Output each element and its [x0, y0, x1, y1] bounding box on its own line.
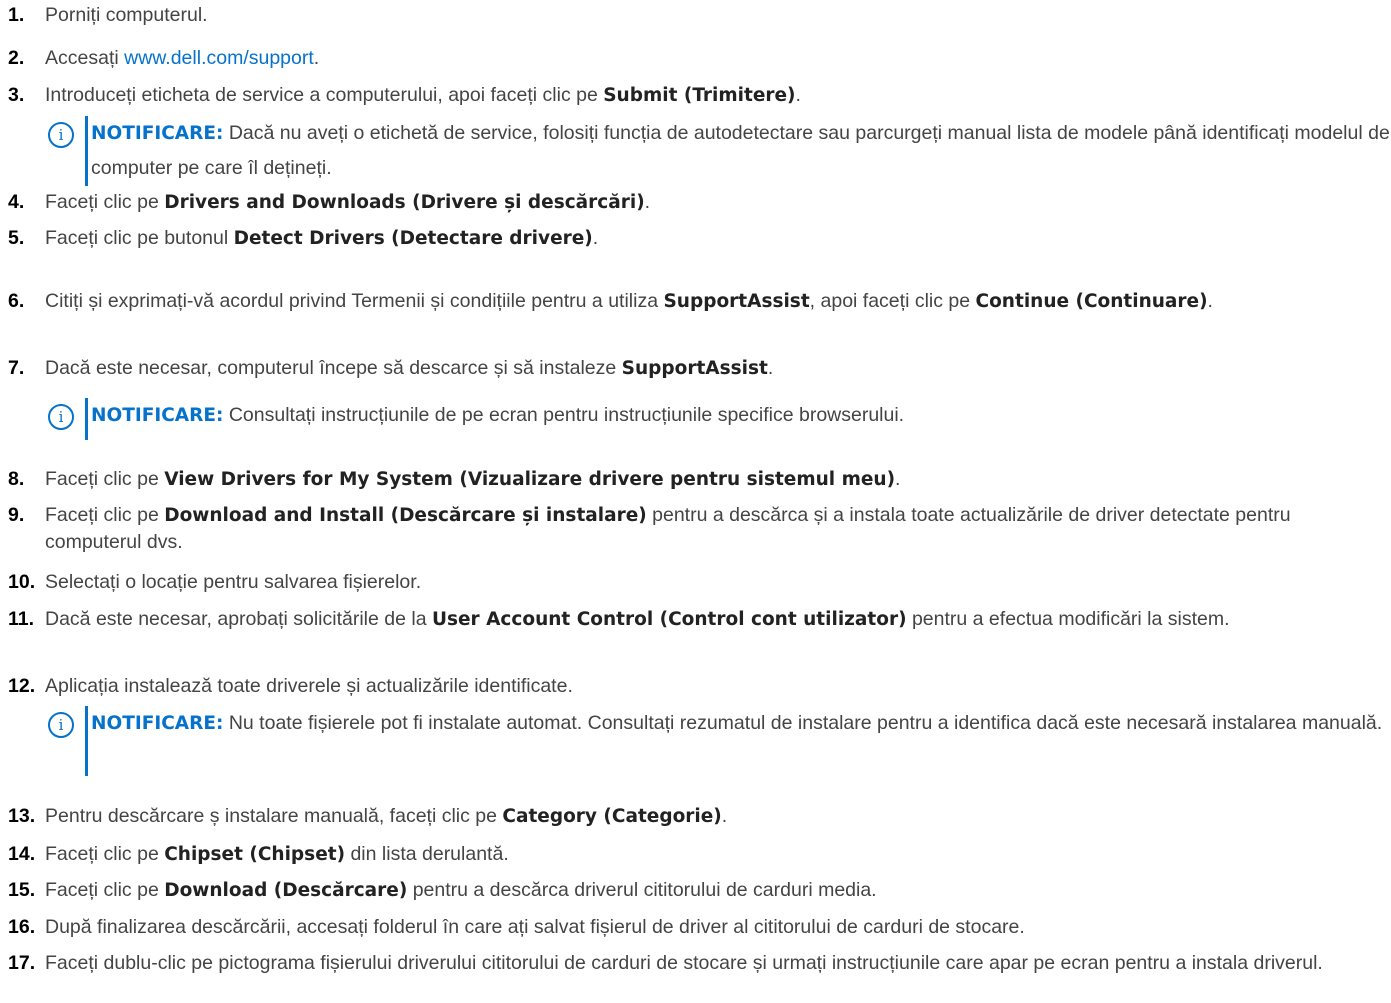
step-number: 13. — [8, 805, 36, 827]
step-8: 8. Faceți clic pe View Drivers for My Sy… — [0, 466, 1391, 493]
note-service-tag: i NOTIFICARE: Dacă nu aveți o etichetă d… — [48, 116, 1391, 186]
note-text: NOTIFICARE: Dacă nu aveți o etichetă de … — [91, 122, 1390, 179]
step-14: 14. Faceți clic pe Chipset (Chipset) din… — [0, 841, 1391, 868]
step-number: 7. — [8, 357, 25, 379]
note-label: NOTIFICARE: — [91, 713, 224, 734]
step-text: După finalizarea descărcării, accesați f… — [45, 916, 1025, 938]
step-16: 16. După finalizarea descărcării, accesa… — [0, 914, 1391, 941]
dell-support-link[interactable]: www.dell.com/support — [124, 47, 314, 69]
step-9: 9. Faceți clic pe Download and Install (… — [0, 502, 1391, 556]
info-icon: i — [48, 712, 74, 738]
step-13: 13. Pentru descărcare ș instalare manual… — [0, 803, 1391, 830]
note-accent-bar — [85, 398, 88, 440]
step-15: 15. Faceți clic pe Download (Descărcare)… — [0, 877, 1391, 904]
note-manual-install: i NOTIFICARE: Nu toate fișierele pot fi … — [48, 706, 1391, 776]
step-text: Porniți computerul. — [45, 4, 208, 26]
step-number: 4. — [8, 191, 25, 213]
step-text: Faceți clic pe Download (Descărcare) pen… — [45, 879, 877, 901]
note-text: NOTIFICARE: Consultați instrucțiunile de… — [91, 404, 905, 426]
step-text: Aplicația instalează toate driverele și … — [45, 675, 573, 697]
step-6: 6. Citiți și exprimați-vă acordul privin… — [0, 288, 1391, 315]
step-17: 17. Faceți dublu-clic pe pictograma fiși… — [0, 950, 1391, 977]
step-text: Faceți dublu-clic pe pictograma fișierul… — [45, 952, 1323, 974]
step-number: 6. — [8, 290, 25, 312]
step-4: 4. Faceți clic pe Drivers and Downloads … — [0, 189, 1391, 216]
note-accent-bar — [85, 706, 88, 776]
step-number: 3. — [8, 84, 25, 106]
step-number: 16. — [8, 916, 36, 938]
step-number: 14. — [8, 843, 36, 865]
step-5: 5. Faceți clic pe butonul Detect Drivers… — [0, 225, 1391, 252]
step-11: 11. Dacă este necesar, aprobați solicită… — [0, 606, 1391, 633]
step-10: 10. Selectați o locație pentru salvarea … — [0, 569, 1391, 596]
step-number: 2. — [8, 47, 25, 69]
step-2: 2. Accesați www.dell.com/support. — [0, 45, 1391, 72]
step-text: Faceți clic pe Download and Install (Des… — [45, 504, 1291, 553]
note-label: NOTIFICARE: — [91, 123, 224, 144]
note-text: NOTIFICARE: Nu toate fișierele pot fi in… — [91, 712, 1383, 734]
step-number: 8. — [8, 468, 25, 490]
step-text: Faceți clic pe Chipset (Chipset) din lis… — [45, 843, 509, 865]
step-text: Dacă este necesar, aprobați solicitările… — [45, 608, 1230, 630]
step-text: Dacă este necesar, computerul începe să … — [45, 357, 774, 379]
step-number: 5. — [8, 227, 25, 249]
step-number: 12. — [8, 675, 36, 697]
step-number: 10. — [8, 571, 36, 593]
step-text: Pentru descărcare ș instalare manuală, f… — [45, 805, 728, 827]
step-text: Introduceți eticheta de service a comput… — [45, 84, 801, 106]
step-text: Faceți clic pe View Drivers for My Syste… — [45, 468, 901, 490]
step-number: 9. — [8, 504, 25, 526]
step-text: Accesați www.dell.com/support. — [45, 47, 320, 69]
step-text: Citiți și exprimați-vă acordul privind T… — [45, 290, 1213, 312]
step-12: 12. Aplicația instalează toate driverele… — [0, 673, 1391, 700]
info-icon: i — [48, 404, 74, 430]
step-3: 3. Introduceți eticheta de service a com… — [0, 82, 1391, 109]
instructions-page: 1. Porniți computerul. 2. Accesați www.d… — [0, 0, 1391, 1003]
info-icon: i — [48, 122, 74, 148]
step-number: 17. — [8, 952, 36, 974]
step-text: Faceți clic pe Drivers and Downloads (Dr… — [45, 191, 651, 213]
step-number: 1. — [8, 4, 25, 26]
note-accent-bar — [85, 116, 88, 186]
step-1: 1. Porniți computerul. — [0, 2, 1391, 29]
note-browser: i NOTIFICARE: Consultați instrucțiunile … — [48, 398, 1391, 440]
step-number: 15. — [8, 879, 36, 901]
step-text: Faceți clic pe butonul Detect Drivers (D… — [45, 227, 599, 249]
note-label: NOTIFICARE: — [91, 405, 224, 426]
step-text: Selectați o locație pentru salvarea fiși… — [45, 571, 422, 593]
step-7: 7. Dacă este necesar, computerul începe … — [0, 355, 1391, 382]
step-number: 11. — [8, 608, 35, 630]
